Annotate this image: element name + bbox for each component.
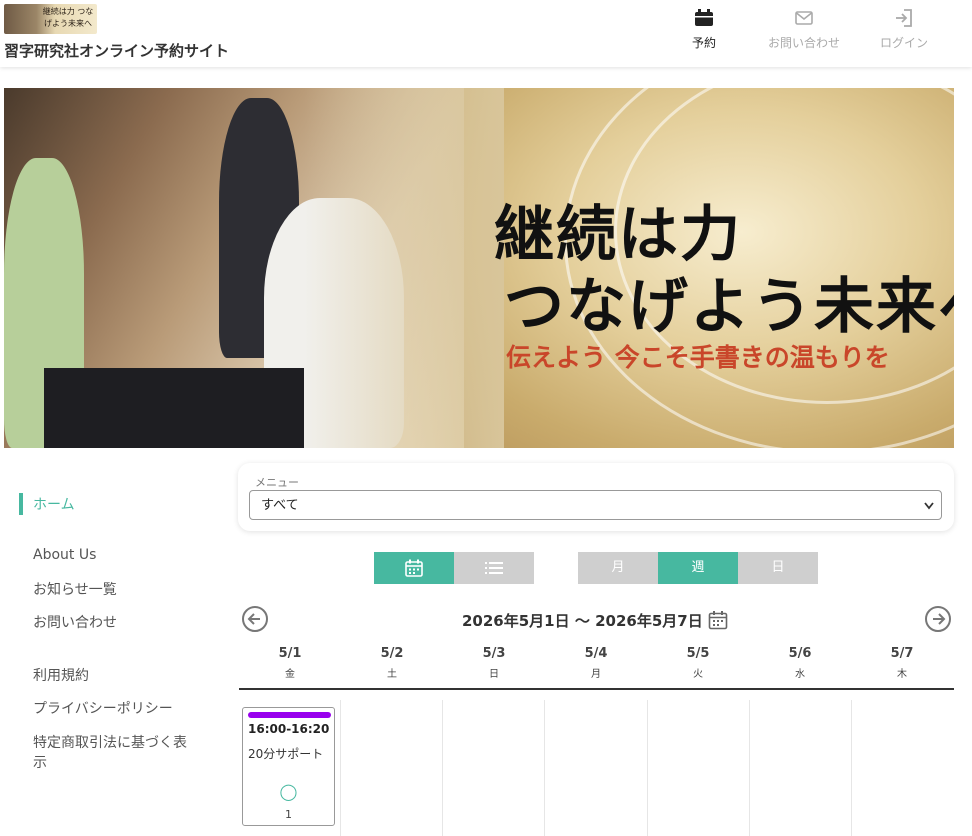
day-date: 5/1	[278, 646, 302, 661]
menu-selected-value: すべて	[261, 498, 299, 513]
nav-reserve[interactable]: 予約	[664, 8, 744, 51]
day-date: 5/2	[380, 646, 404, 661]
menu-filter-card: メニュー すべて	[238, 463, 954, 531]
logo-text: 継続は力 つなげよう未来へ	[42, 7, 94, 28]
sidebar-item-about[interactable]: About Us	[33, 547, 96, 563]
column-divider	[544, 700, 545, 836]
menu-label: メニュー	[255, 476, 299, 489]
calendar-picker-icon[interactable]	[708, 610, 728, 630]
day-header: 5/2 土	[341, 646, 443, 680]
banner-calligraphy-line2: つなげよう未来へ	[504, 272, 954, 342]
date-range: 2026年5月1日 〜 2026年5月7日	[462, 612, 703, 630]
availability-circle-icon: ◯	[279, 782, 298, 801]
column-divider	[647, 700, 648, 836]
day-view-button[interactable]: 日	[738, 552, 818, 584]
day-header: 5/3 日	[443, 646, 545, 680]
chevron-down-icon	[924, 502, 934, 510]
list-icon	[485, 561, 503, 574]
day-weekday: 日	[489, 669, 499, 680]
month-view-button[interactable]: 月	[578, 552, 658, 584]
week-view-button[interactable]: 週	[658, 552, 738, 584]
day-header: 5/6 水	[749, 646, 851, 680]
day-header: 5/4 月	[545, 646, 647, 680]
hero-banner: 継続は力 つなげよう未来へ 伝えよう 今こそ手書きの温もりを	[4, 88, 954, 448]
calendar-view-button[interactable]	[374, 552, 454, 584]
site-title[interactable]: 習字研究社オンライン予約サイト	[4, 40, 229, 61]
calendar-icon	[695, 9, 713, 26]
banner-photo-fade	[304, 88, 504, 448]
day-header: 5/5 火	[647, 646, 749, 680]
day-header: 5/1 金	[239, 646, 341, 680]
site-header: 継続は力 つなげよう未来へ 習字研究社オンライン予約サイト 予約 お問い合わせ …	[0, 0, 972, 67]
day-weekday: 木	[897, 669, 907, 680]
nav-contact-label: お問い合わせ	[767, 36, 840, 50]
day-weekday: 月	[591, 669, 601, 680]
column-divider	[749, 700, 750, 836]
banner-tagline: 伝えよう 今こそ手書きの温もりを	[506, 343, 890, 372]
menu-select[interactable]: すべて	[249, 490, 942, 520]
sidebar-item-tokushoho-line2: 示	[33, 755, 47, 771]
list-view-button[interactable]	[454, 552, 534, 584]
day-weekday: 水	[795, 669, 805, 680]
nav-contact[interactable]: お問い合わせ	[764, 8, 844, 51]
banner-table	[44, 368, 304, 448]
day-header: 5/7 木	[851, 646, 953, 680]
day-date: 5/7	[890, 646, 914, 661]
sidebar-item-home[interactable]: ホーム	[33, 494, 75, 514]
event-title: 20分サポート	[248, 747, 324, 761]
active-indicator	[19, 493, 23, 515]
sidebar-item-news[interactable]: お知らせ一覧	[33, 579, 117, 599]
calendar-header-divider	[239, 688, 954, 690]
nav-login-label: ログイン	[879, 36, 928, 50]
day-date: 5/3	[482, 646, 506, 661]
next-week-button[interactable]	[925, 606, 951, 632]
nav-login[interactable]: ログイン	[864, 8, 944, 51]
arrow-right-icon	[933, 613, 946, 625]
sidebar-item-tokushoho[interactable]: 特定商取引法に基づく表 示	[33, 732, 187, 772]
nav-reserve-label: 予約	[691, 36, 716, 50]
column-divider	[851, 700, 852, 836]
day-weekday: 土	[387, 669, 397, 680]
day-weekday: 火	[693, 669, 703, 680]
prev-week-button[interactable]	[242, 606, 268, 632]
event-slot[interactable]: 16:00-16:20 20分サポート ◯ 1	[242, 707, 335, 826]
mail-icon	[795, 11, 813, 25]
event-time: 16:00-16:20	[248, 722, 330, 736]
sidebar-item-contact[interactable]: お問い合わせ	[33, 612, 117, 632]
sidebar-item-tokushoho-line1: 特定商取引法に基づく表	[33, 735, 187, 751]
login-icon	[896, 9, 912, 27]
calendar-icon	[405, 559, 423, 577]
day-date: 5/5	[686, 646, 710, 661]
event-count: 1	[285, 808, 292, 821]
event-color-bar	[248, 712, 331, 718]
column-divider	[340, 700, 341, 836]
column-divider	[442, 700, 443, 836]
sidebar-item-privacy[interactable]: プライバシーポリシー	[33, 698, 173, 718]
day-weekday: 金	[285, 669, 295, 680]
sidebar-item-terms[interactable]: 利用規約	[33, 665, 89, 685]
arrow-left-icon	[247, 613, 260, 625]
day-date: 5/6	[788, 646, 812, 661]
day-date: 5/4	[584, 646, 608, 661]
site-logo[interactable]: 継続は力 つなげよう未来へ	[4, 4, 97, 34]
